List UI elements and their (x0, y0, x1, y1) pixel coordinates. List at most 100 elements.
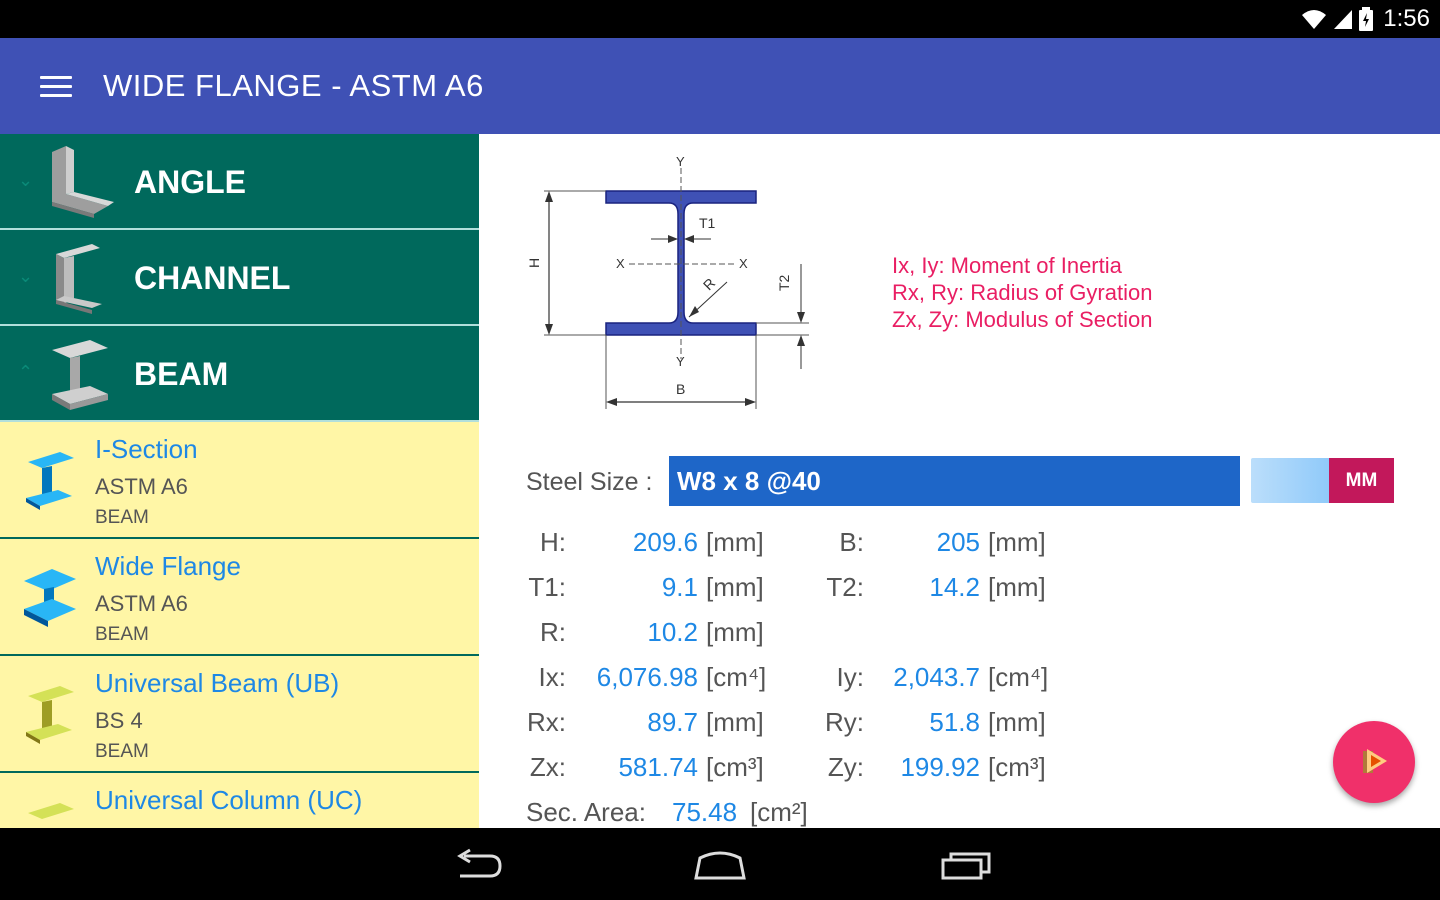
property-row: R: 10.2 [mm] (479, 617, 1440, 649)
r-label: R: (540, 617, 566, 647)
beam-section-icon (52, 340, 108, 410)
legend: Ix, Iy: Moment of Inertia Rx, Ry: Radius… (892, 252, 1152, 333)
r-unit: [mm] (706, 617, 764, 647)
list-item-universal-column[interactable]: Universal Column (UC) (0, 773, 479, 828)
diagram-label: B (676, 381, 685, 397)
unit-toggle-thumb: MM (1329, 458, 1394, 503)
zx-value: 581.74 (618, 752, 698, 782)
property-row: T1: 9.1 [mm] T2: 14.2 [mm] (479, 572, 1440, 604)
recents-button[interactable] (935, 846, 995, 882)
status-time: 1:56 (1383, 5, 1430, 32)
ry-value: 51.8 (929, 707, 980, 737)
diagram-label: X (739, 256, 748, 271)
r-value: 10.2 (647, 617, 698, 647)
recents-icon (941, 852, 991, 880)
share-icon (1363, 749, 1387, 773)
legend-line: Ix, Iy: Moment of Inertia (892, 253, 1122, 278)
chevron-down-icon: ⌄ (18, 170, 34, 190)
zx-label: Zx: (529, 752, 566, 782)
t1-value: 9.1 (661, 572, 698, 602)
category-label: BEAM (134, 356, 229, 392)
item-standard: BS 4 (95, 708, 143, 733)
ry-unit: [mm] (988, 707, 1046, 737)
list-item-i-section[interactable]: I-Section ASTM A6 BEAM (0, 422, 479, 539)
rx-value: 89.7 (647, 707, 698, 737)
iy-value: 2,043.7 (893, 662, 980, 692)
b-label: B: (839, 527, 864, 557)
section-details: Y Y X X H T1 R T2 B Ix, Iy: Moment of In… (479, 134, 1440, 828)
unit-toggle-track (1251, 458, 1329, 503)
diagram-label: T2 (776, 274, 792, 291)
chevron-down-icon: ⌄ (18, 266, 34, 286)
item-standard: ASTM A6 (95, 591, 188, 616)
iy-label: Iy: (836, 662, 864, 692)
battery-icon (1359, 7, 1374, 31)
unit-toggle[interactable]: MM (1251, 458, 1394, 503)
home-icon (694, 851, 746, 880)
h-label: H: (540, 527, 566, 557)
legend-line: Zx, Zy: Modulus of Section (892, 307, 1153, 332)
home-button[interactable] (690, 846, 750, 882)
chevron-up-icon: ⌃ (18, 362, 34, 382)
item-title: Wide Flange (95, 551, 241, 581)
property-row: Sec. Area: 75.48 [cm²] (479, 797, 1440, 828)
section-drawer: ⌄ ANGLE ⌄ CHANNEL ⌃ BEAM I-Section ASTM … (0, 134, 479, 828)
t2-unit: [mm] (988, 572, 1046, 602)
zy-value: 199.92 (900, 752, 980, 782)
app-bar: WIDE FLANGE - ASTM A6 (0, 38, 1440, 134)
universal-column-icon (28, 803, 74, 819)
t2-value: 14.2 (929, 572, 980, 602)
h-value: 209.6 (632, 527, 698, 557)
category-channel[interactable]: ⌄ CHANNEL (0, 230, 479, 326)
status-icons: 1:56 (1301, 5, 1430, 32)
zy-unit: [cm³] (988, 752, 1046, 782)
category-angle[interactable]: ⌄ ANGLE (0, 134, 479, 230)
channel-section-icon (56, 244, 102, 314)
back-icon (457, 848, 502, 878)
wide-flange-icon (24, 569, 76, 627)
item-title: I-Section (95, 434, 198, 464)
category-label: CHANNEL (134, 260, 291, 296)
diagram-label: R (700, 275, 718, 293)
property-row: Ix: 6,076.98 [cm⁴] Iy: 2,043.7 [cm⁴] (479, 662, 1440, 694)
zx-unit: [cm³] (706, 752, 764, 782)
diagram-label: Y (676, 354, 685, 369)
wifi-icon (1302, 10, 1327, 29)
status-bar: 1:56 (0, 0, 1440, 38)
diagram-label: H (526, 258, 542, 268)
b-unit: [mm] (988, 527, 1046, 557)
area-label: Sec. Area: (526, 797, 646, 827)
property-row: Rx: 89.7 [mm] Ry: 51.8 [mm] (479, 707, 1440, 739)
h-unit: [mm] (706, 527, 764, 557)
rx-unit: [mm] (706, 707, 764, 737)
item-category: BEAM (95, 507, 149, 528)
iy-unit: [cm⁴] (988, 662, 1049, 692)
navigation-bar (0, 828, 1440, 900)
item-category: BEAM (95, 624, 149, 645)
page-title: WIDE FLANGE - ASTM A6 (103, 68, 484, 103)
ry-label: Ry: (825, 707, 864, 737)
ix-label: Ix: (538, 662, 566, 692)
hamburger-icon[interactable] (40, 76, 72, 100)
universal-beam-icon (26, 686, 74, 744)
steel-size-field[interactable]: W8 x 8 @40 (669, 456, 1240, 506)
t2-label: T2: (826, 572, 864, 602)
diagram-label: X (616, 256, 625, 271)
item-title: Universal Column (UC) (95, 785, 363, 815)
rx-label: Rx: (527, 707, 566, 737)
category-label: ANGLE (134, 164, 246, 200)
angle-section-icon (52, 146, 114, 218)
diagram-label: T1 (699, 215, 716, 231)
list-item-wide-flange[interactable]: Wide Flange ASTM A6 BEAM (0, 539, 479, 656)
property-row: H: 209.6 [mm] B: 205 [mm] (479, 527, 1440, 559)
ix-unit: [cm⁴] (706, 662, 767, 692)
t1-unit: [mm] (706, 572, 764, 602)
ix-value: 6,076.98 (596, 662, 698, 692)
list-item-universal-beam[interactable]: Universal Beam (UB) BS 4 BEAM (0, 656, 479, 773)
back-button[interactable] (450, 846, 510, 882)
item-standard: ASTM A6 (95, 474, 188, 499)
share-button[interactable] (1333, 721, 1415, 803)
property-row: Zx: 581.74 [cm³] Zy: 199.92 [cm³] (479, 752, 1440, 784)
category-beam[interactable]: ⌃ BEAM (0, 326, 479, 422)
steel-size-label: Steel Size : (526, 468, 653, 496)
